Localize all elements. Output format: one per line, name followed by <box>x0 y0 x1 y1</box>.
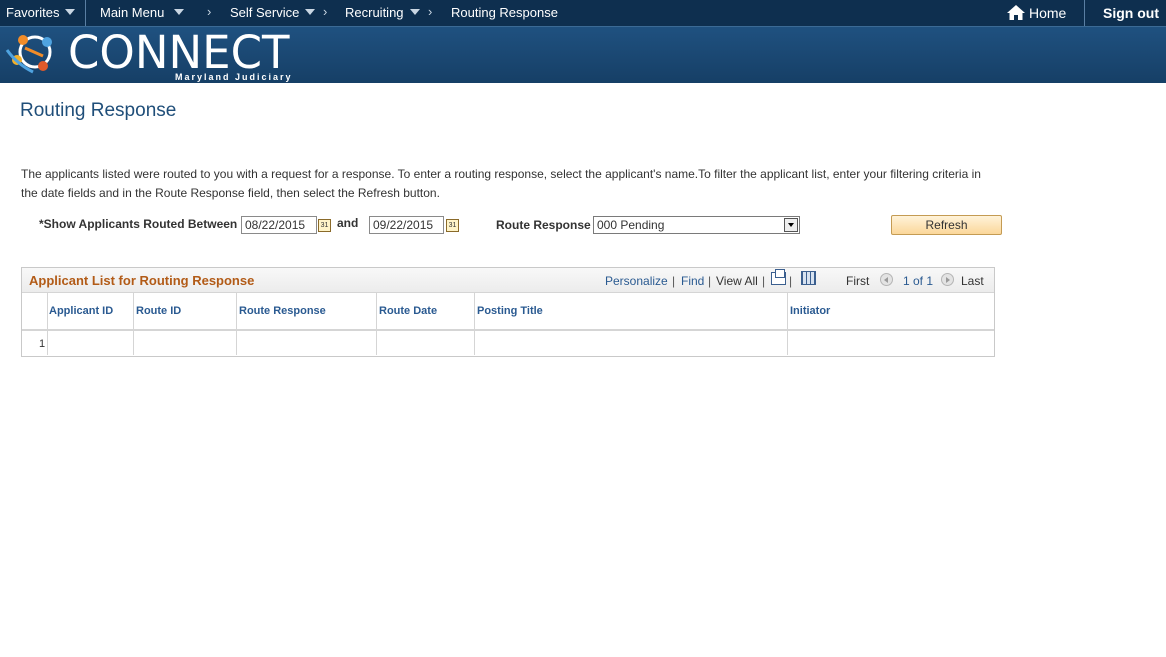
route-response-select[interactable]: 000 Pending <box>593 216 800 234</box>
chevron-down-icon <box>174 9 185 15</box>
column-label[interactable]: Route ID <box>136 305 181 317</box>
main-menu-label: Main Menu <box>100 5 165 20</box>
route-response-label: Route Response <box>496 218 591 232</box>
connect-logo-icon <box>5 35 52 74</box>
home-link[interactable]: Home <box>1007 5 1066 21</box>
column-label[interactable]: Applicant ID <box>49 305 113 317</box>
chevron-right-icon: › <box>428 4 433 19</box>
sign-out-link[interactable]: Sign out <box>1103 5 1159 21</box>
instructions-text: The applicants listed were routed to you… <box>21 167 981 200</box>
column-label[interactable]: Initiator <box>790 305 830 317</box>
column-posting-title[interactable]: Posting Title <box>474 293 543 355</box>
column-route-id[interactable]: Route ID <box>133 293 181 355</box>
to-date-input[interactable] <box>369 216 444 234</box>
column-route-response[interactable]: Route Response <box>236 293 326 355</box>
personalize-link[interactable]: Personalize <box>605 274 668 288</box>
last-link[interactable]: Last <box>961 274 984 288</box>
page-title: Routing Response <box>20 100 177 121</box>
from-date-input[interactable] <box>241 216 317 234</box>
home-icon <box>1007 5 1025 20</box>
grid-header: Applicant List for Routing Response Pers… <box>22 268 994 293</box>
chevron-down-icon <box>409 9 420 15</box>
chevron-down-icon <box>305 9 316 15</box>
column-route-date[interactable]: Route Date <box>376 293 437 355</box>
page-info: 1 of 1 <box>903 274 934 288</box>
first-link[interactable]: First <box>846 274 869 288</box>
breadcrumb-label: Routing Response <box>451 5 558 20</box>
chevron-right-icon: › <box>323 4 328 19</box>
view-all-link[interactable]: View All <box>716 274 758 288</box>
breadcrumb-routing-response[interactable]: Routing Response <box>451 5 558 20</box>
next-icon[interactable] <box>941 273 954 286</box>
column-label[interactable]: Route Response <box>239 305 326 317</box>
route-response-value: 000 Pending <box>597 218 665 232</box>
find-link[interactable]: Find <box>681 274 704 288</box>
home-label: Home <box>1029 5 1067 21</box>
main-menu[interactable]: Main Menu <box>100 5 185 20</box>
previous-icon[interactable] <box>880 273 893 286</box>
breadcrumb-label: Self Service <box>230 5 300 20</box>
chevron-down-icon <box>65 9 76 15</box>
column-initiator[interactable]: Initiator <box>787 293 830 355</box>
divider: | <box>789 274 793 288</box>
column-label[interactable]: Posting Title <box>477 305 543 317</box>
favorites-menu[interactable]: Favorites <box>6 5 76 20</box>
zoom-icon[interactable] <box>771 269 786 285</box>
calendar-icon[interactable]: 31 <box>318 219 331 232</box>
divider: | <box>672 274 676 288</box>
chevron-right-icon: › <box>207 4 212 19</box>
and-label: and <box>337 216 359 230</box>
refresh-button[interactable]: Refresh <box>891 215 1002 235</box>
breadcrumb-label: Recruiting <box>345 5 404 20</box>
column-applicant-id[interactable]: Applicant ID <box>47 293 113 355</box>
date-range-label: *Show Applicants Routed Between <box>39 217 238 231</box>
divider: | <box>762 274 766 288</box>
divider: | <box>708 274 712 288</box>
chevron-down-icon[interactable] <box>784 218 798 232</box>
breadcrumb-self-service[interactable]: Self Service <box>230 5 316 20</box>
breadcrumb-recruiting[interactable]: Recruiting <box>345 5 420 20</box>
nav-divider <box>85 0 86 26</box>
favorites-label: Favorites <box>6 5 60 20</box>
row-number: 1 <box>39 338 46 350</box>
download-icon[interactable] <box>801 271 816 285</box>
applicant-list-grid: Applicant List for Routing Response Pers… <box>21 267 995 357</box>
grid-title: Applicant List for Routing Response <box>29 273 255 288</box>
nav-divider <box>1084 0 1085 26</box>
logo-subtitle: Maryland Judiciary <box>175 72 293 82</box>
column-label[interactable]: Route Date <box>379 305 437 317</box>
calendar-icon[interactable]: 31 <box>446 219 459 232</box>
top-navigation: Favorites Main Menu › Self Service › Rec… <box>0 0 1166 27</box>
